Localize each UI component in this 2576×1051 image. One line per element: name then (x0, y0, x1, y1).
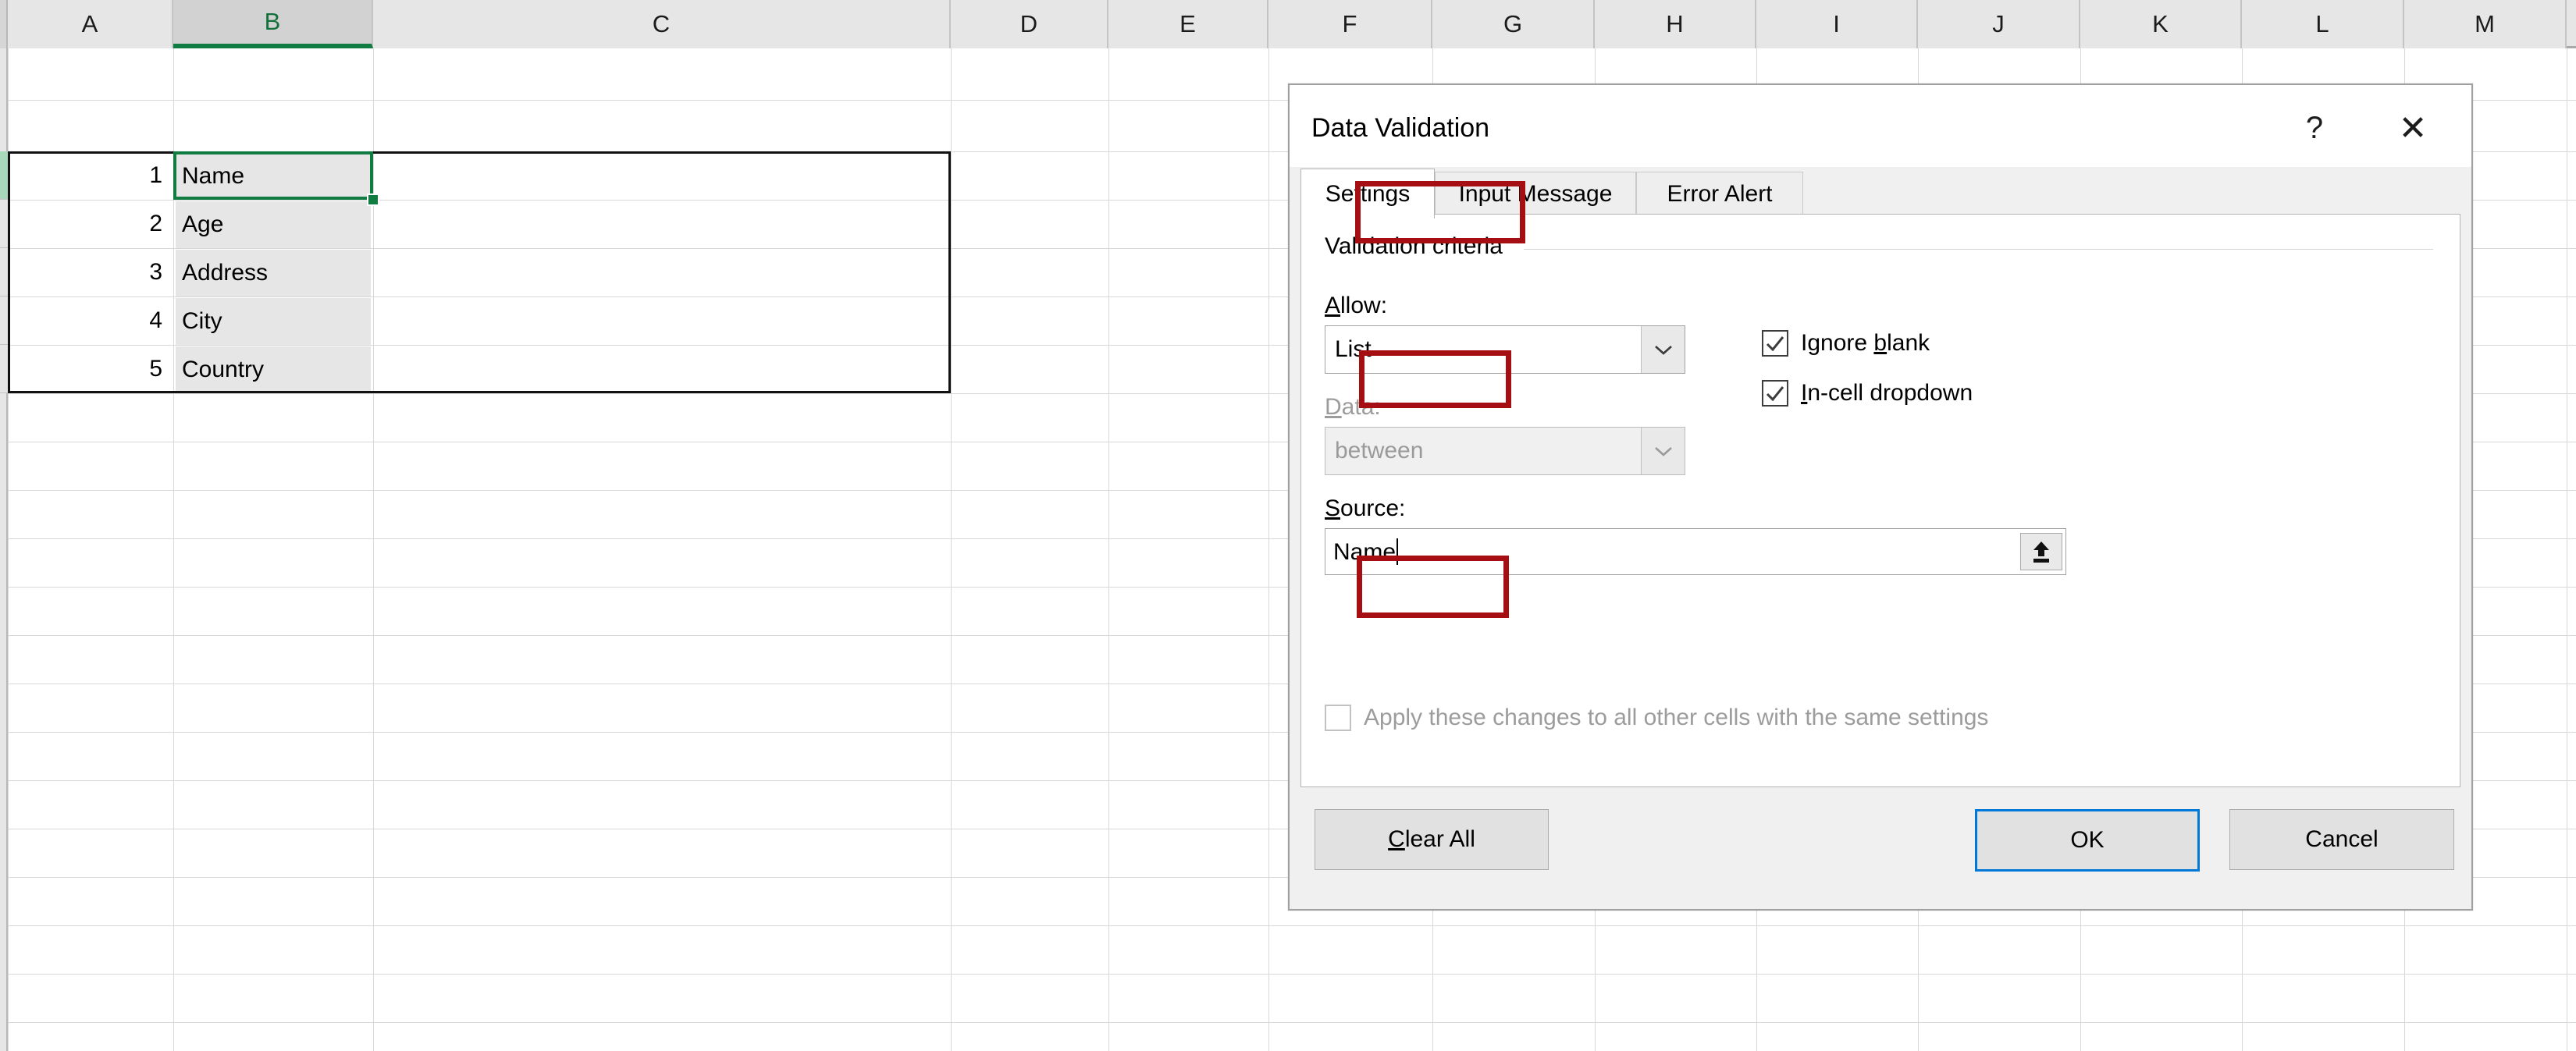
dialog-tabstrip: Settings Input Message Error Alert (1300, 167, 2460, 218)
allow-label-accel: A (1325, 293, 1341, 318)
data-label: Data: (1325, 394, 1381, 421)
checkbox-box (1762, 330, 1788, 357)
close-x-icon[interactable]: ✕ (2387, 105, 2439, 151)
grid-line-horizontal (8, 1022, 2576, 1023)
ignore-blank-checkbox[interactable]: Ignore blank (1762, 330, 1930, 357)
ignore-blank-label-b: lank (1887, 330, 1930, 356)
clear-all-accel: C (1388, 826, 1405, 852)
tab-settings[interactable]: Settings (1300, 169, 1435, 218)
in-cell-dropdown-label: In-cell dropdown (1801, 380, 1973, 407)
settings-panel: Validation criteria Allow: List Data: be… (1300, 214, 2460, 787)
grid-line-vertical (1268, 48, 1269, 1051)
data-combo-value: between (1335, 438, 1424, 463)
checkbox-box (1325, 705, 1351, 731)
data-label-accel: D (1325, 394, 1342, 420)
dialog-title: Data Validation (1311, 113, 1490, 143)
source-label-rest: ource: (1340, 495, 1406, 521)
grid-line-vertical (173, 48, 174, 1051)
cell-B5[interactable]: Country (176, 346, 371, 393)
fill-handle[interactable] (367, 194, 379, 206)
ignore-blank-label: Ignore blank (1801, 330, 1930, 357)
row-header-1[interactable] (0, 151, 8, 200)
column-header-I[interactable]: I (1756, 0, 1918, 48)
column-header-E[interactable]: E (1108, 0, 1268, 48)
select-all-corner[interactable] (0, 0, 8, 48)
question-mark-icon[interactable]: ? (2289, 105, 2340, 151)
allow-combo-value: List (1335, 336, 1372, 362)
source-label-accel: S (1325, 495, 1341, 521)
allow-combo[interactable]: List (1325, 325, 1685, 374)
column-header-D[interactable]: D (951, 0, 1108, 48)
dialog-title-bar: Data Validation ? ✕ (1290, 85, 2471, 167)
source-input-wrapper: Name (1325, 538, 2020, 566)
in-cell-dropdown-label-b: n-cell dropdown (1807, 380, 1973, 406)
excel-data-validation-screen: Name Age Address City Country 1 2 3 4 5 … (0, 0, 2576, 1051)
group-divider (1524, 249, 2433, 250)
chevron-down-icon[interactable] (1641, 326, 1685, 373)
cell-B4[interactable]: City (176, 298, 371, 345)
clear-all-button[interactable]: Clear All (1315, 809, 1549, 870)
apply-all-checkbox[interactable]: Apply these changes to all other cells w… (1325, 705, 1988, 731)
column-header-A[interactable]: A (8, 0, 173, 48)
grid-line-vertical (951, 48, 952, 1051)
row-number-4: 4 (149, 307, 162, 333)
column-header-F[interactable]: F (1268, 0, 1432, 48)
allow-label-rest: llow: (1340, 293, 1388, 318)
column-header-H[interactable]: H (1595, 0, 1756, 48)
cell-B3[interactable]: Address (176, 250, 371, 296)
ok-button[interactable]: OK (1975, 809, 2200, 872)
column-header-K[interactable]: K (2080, 0, 2242, 48)
ignore-blank-label-a: Ignore (1801, 330, 1874, 356)
column-header-G[interactable]: G (1432, 0, 1595, 48)
validation-criteria-label: Validation criteria (1325, 233, 1514, 260)
data-validation-dialog: Data Validation ? ✕ Settings Input Messa… (1288, 83, 2473, 911)
row-number-1: 1 (149, 162, 162, 188)
cell-B1[interactable]: Name (176, 154, 371, 199)
cancel-button[interactable]: Cancel (2229, 809, 2454, 870)
column-header-J[interactable]: J (1918, 0, 2080, 48)
tab-error-alert[interactable]: Error Alert (1636, 172, 1803, 215)
source-label: Source: (1325, 495, 1405, 522)
row-header-2[interactable] (0, 200, 8, 248)
row-number-2: 2 (149, 211, 162, 236)
collapse-range-icon[interactable] (2020, 533, 2062, 570)
row-number-5: 5 (149, 356, 162, 382)
row-header-5[interactable] (0, 345, 8, 393)
ignore-blank-label-accel: b (1873, 330, 1888, 356)
tab-input-message[interactable]: Input Message (1435, 172, 1636, 215)
grid-line-horizontal (8, 974, 2576, 975)
apply-all-label: Apply these changes to all other cells w… (1364, 705, 1989, 730)
column-header-C[interactable]: C (373, 0, 951, 48)
grid-line-vertical (1108, 48, 1109, 1051)
clear-all-rest: lear All (1404, 826, 1475, 852)
in-cell-dropdown-checkbox[interactable]: In-cell dropdown (1762, 380, 1973, 407)
grid-line-vertical (8, 48, 9, 1051)
row-header-4[interactable] (0, 296, 8, 345)
column-header-B[interactable]: B (173, 0, 373, 48)
data-label-rest: ata: (1341, 394, 1381, 420)
data-combo[interactable]: between (1325, 427, 1685, 475)
grid-line-horizontal (8, 925, 2576, 926)
source-input[interactable]: Name (1325, 528, 2066, 575)
source-input-value: Name (1333, 538, 1397, 565)
column-header-M[interactable]: M (2404, 0, 2567, 48)
column-header-L[interactable]: L (2242, 0, 2404, 48)
cell-B2[interactable]: Age (176, 201, 371, 248)
checkbox-box (1762, 380, 1788, 407)
text-caret (1397, 538, 1399, 565)
chevron-down-icon[interactable] (1641, 428, 1685, 474)
row-number-3: 3 (149, 259, 162, 285)
row-header-3[interactable] (0, 248, 8, 296)
allow-label: Allow: (1325, 293, 1387, 319)
